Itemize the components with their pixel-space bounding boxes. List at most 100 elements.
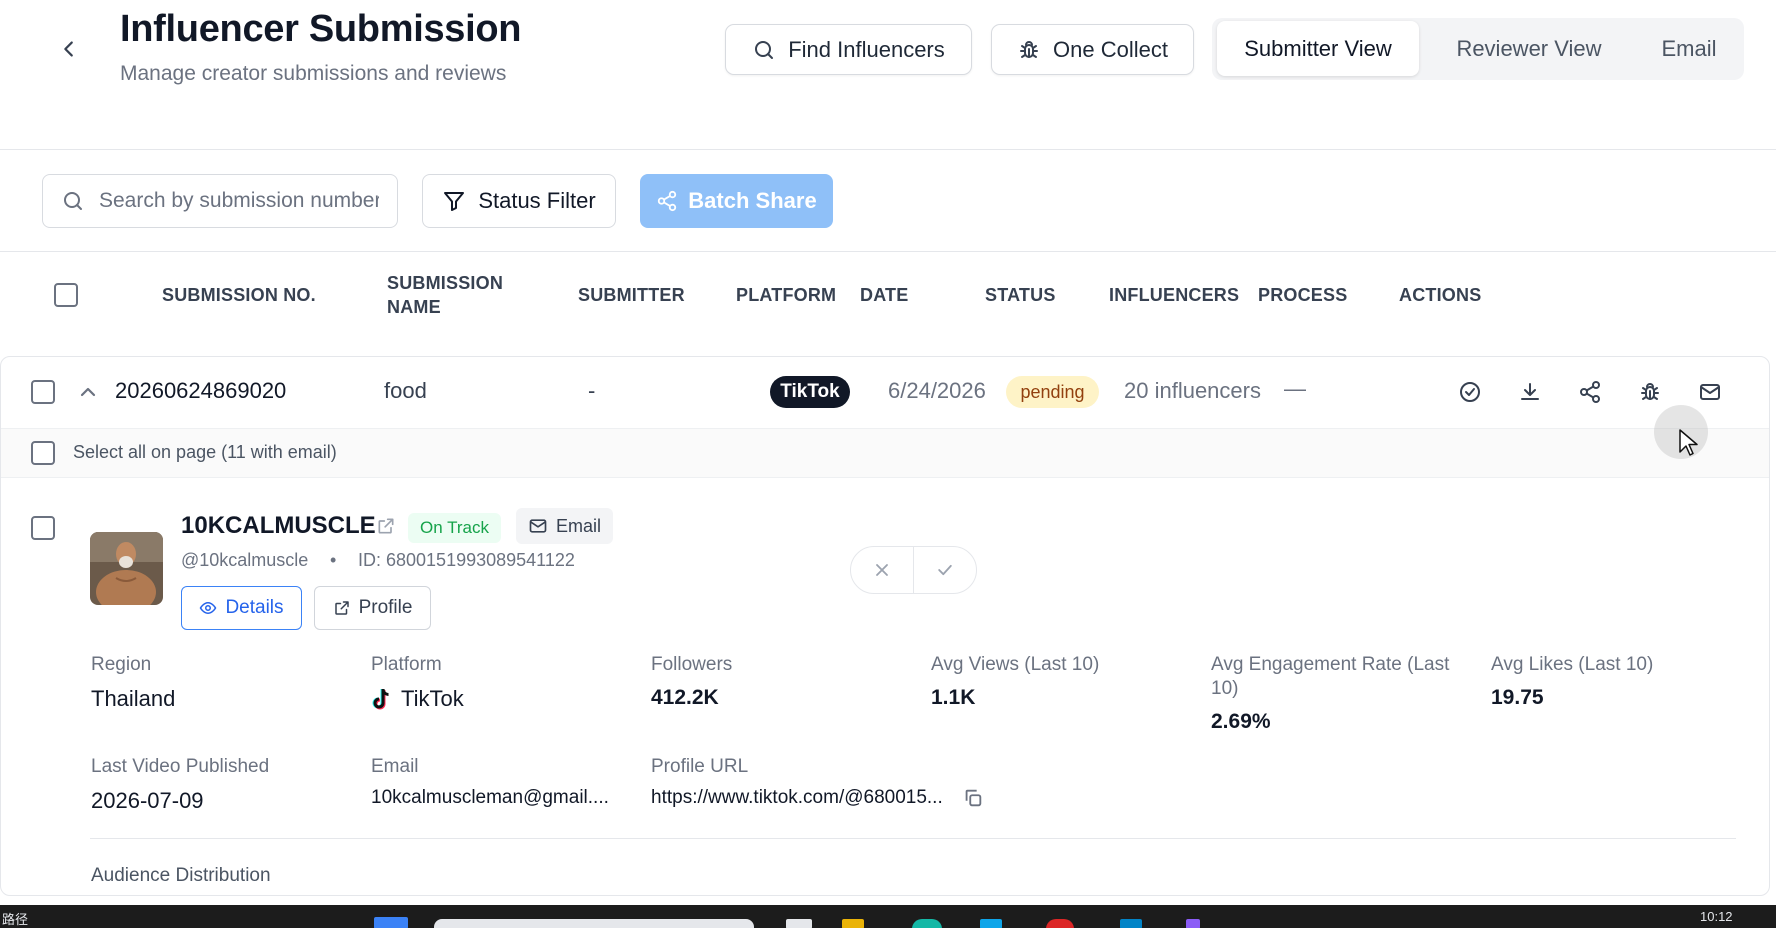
vscode-icon[interactable] bbox=[1120, 919, 1142, 928]
share-action[interactable] bbox=[1576, 378, 1604, 406]
copy-url-button[interactable] bbox=[962, 787, 986, 811]
pointer-icon bbox=[1679, 429, 1698, 456]
avg-likes-value: 19.75 bbox=[1491, 686, 1544, 709]
influencer-name[interactable]: 10KCALMUSCLE bbox=[181, 512, 376, 540]
audience-distribution-label: Audience Distribution bbox=[91, 865, 271, 886]
avg-views-label: Avg Views (Last 10) bbox=[931, 654, 1100, 675]
avg-engagement-value: 2.69% bbox=[1211, 710, 1271, 733]
status-badge-on-track: On Track bbox=[408, 513, 501, 543]
email-chip-label: Email bbox=[556, 515, 602, 536]
find-influencers-button[interactable]: Find Influencers bbox=[725, 24, 972, 75]
collect-action[interactable] bbox=[1636, 378, 1664, 406]
tab-reviewer-view[interactable]: Reviewer View bbox=[1429, 21, 1629, 76]
platform-value: TikTok bbox=[401, 686, 464, 711]
avg-likes-label: Avg Likes (Last 10) bbox=[1491, 654, 1654, 675]
submission-name: food bbox=[384, 378, 427, 403]
bug-icon bbox=[1020, 40, 1039, 58]
platform-badge: TikTok bbox=[770, 376, 850, 408]
status-filter-label: Status Filter bbox=[478, 188, 596, 213]
file-explorer-icon[interactable] bbox=[842, 919, 864, 928]
col-submission-no[interactable]: SUBMISSION NO. bbox=[162, 283, 316, 307]
platform-value-group: TikTok bbox=[371, 686, 464, 712]
accept-button[interactable] bbox=[914, 547, 977, 593]
influencer-checkbox[interactable] bbox=[31, 516, 55, 540]
download-action[interactable] bbox=[1516, 378, 1544, 406]
page-title: Influencer Submission bbox=[120, 8, 522, 50]
email-action[interactable] bbox=[1696, 378, 1724, 406]
mail-icon bbox=[529, 519, 547, 533]
share-icon bbox=[658, 190, 677, 212]
browser-icon[interactable] bbox=[912, 919, 942, 928]
search-field[interactable] bbox=[42, 174, 398, 228]
tab-email[interactable]: Email bbox=[1638, 21, 1740, 76]
influencer-id: ID: 6800151993089541122 bbox=[358, 550, 575, 570]
check-circle-icon bbox=[1460, 382, 1480, 402]
row-checkbox[interactable] bbox=[31, 380, 55, 404]
search-icon bbox=[755, 40, 774, 59]
download-icon bbox=[1521, 383, 1539, 400]
col-status[interactable]: STATUS bbox=[985, 283, 1056, 307]
one-collect-button[interactable]: One Collect bbox=[991, 24, 1194, 75]
review-decision-group bbox=[850, 546, 977, 594]
col-date[interactable]: DATE bbox=[860, 283, 908, 307]
select-all-checkbox[interactable] bbox=[54, 283, 78, 307]
taskbar-left-text: 路径 bbox=[2, 912, 29, 927]
col-process[interactable]: PROCESS bbox=[1258, 283, 1347, 307]
platform-label: Platform bbox=[371, 654, 442, 675]
windows-start-icon[interactable] bbox=[374, 917, 408, 928]
batch-share-button[interactable]: Batch Share bbox=[640, 174, 833, 228]
region-value: Thailand bbox=[91, 686, 176, 711]
email-value: 10kcalmuscleman@gmail.... bbox=[371, 787, 609, 808]
filter-icon bbox=[444, 192, 465, 211]
avg-views-value: 1.1K bbox=[931, 686, 976, 709]
profile-button[interactable]: Profile bbox=[314, 586, 431, 630]
last-video-label: Last Video Published bbox=[91, 756, 270, 777]
col-influencers[interactable]: INFLUENCERS bbox=[1109, 283, 1239, 307]
one-collect-label: One Collect bbox=[1053, 36, 1168, 62]
select-all-page-checkbox[interactable] bbox=[31, 441, 55, 465]
followers-label: Followers bbox=[651, 654, 733, 675]
col-submission-name-1[interactable]: SUBMISSION bbox=[387, 271, 503, 295]
process-indicator: — bbox=[1284, 376, 1306, 401]
external-link-icon bbox=[378, 518, 394, 534]
col-submission-name-2[interactable]: NAME bbox=[387, 295, 441, 319]
email-label: Email bbox=[371, 756, 419, 777]
taskbar-app-icon[interactable] bbox=[786, 919, 812, 928]
collapse-row-button[interactable] bbox=[76, 380, 100, 404]
check-icon bbox=[938, 564, 952, 576]
bug-icon bbox=[1641, 383, 1659, 400]
section-divider bbox=[90, 838, 1736, 839]
back-button[interactable] bbox=[54, 34, 84, 64]
details-button[interactable]: Details bbox=[181, 586, 302, 630]
avg-engagement-label-2: 10) bbox=[1211, 678, 1239, 699]
page-subtitle: Manage creator submissions and reviews bbox=[120, 62, 507, 85]
external-link-icon bbox=[334, 601, 349, 615]
tab-submitter-view[interactable]: Submitter View bbox=[1217, 21, 1419, 76]
batch-share-label: Batch Share bbox=[688, 188, 817, 213]
profile-url-value[interactable]: https://www.tiktok.com/@680015... bbox=[651, 787, 943, 809]
approve-action[interactable] bbox=[1456, 378, 1484, 406]
submitter: - bbox=[588, 378, 596, 403]
status-filter-button[interactable]: Status Filter bbox=[422, 174, 616, 228]
os-taskbar: 路径 10:12 bbox=[0, 905, 1776, 928]
chevron-left-icon bbox=[64, 41, 73, 57]
search-input[interactable] bbox=[99, 189, 379, 213]
close-icon bbox=[875, 564, 888, 576]
taskbar-extra-icon[interactable] bbox=[1186, 919, 1200, 928]
col-submitter[interactable]: SUBMITTER bbox=[578, 283, 685, 307]
col-platform[interactable]: PLATFORM bbox=[736, 283, 836, 307]
select-all-page-label: Select all on page (11 with email) bbox=[73, 442, 337, 462]
reject-button[interactable] bbox=[851, 547, 914, 593]
meta-separator: • bbox=[330, 550, 337, 570]
influencer-count: 20 influencers bbox=[1124, 378, 1261, 403]
store-icon[interactable] bbox=[980, 919, 1002, 928]
chrome-icon[interactable] bbox=[1046, 919, 1074, 928]
mail-icon bbox=[1700, 384, 1720, 400]
region-label: Region bbox=[91, 654, 152, 675]
open-external-link[interactable] bbox=[376, 516, 398, 538]
submission-date: 6/24/2026 bbox=[888, 378, 986, 403]
taskbar-search-bar[interactable] bbox=[434, 919, 754, 928]
toolbar-divider bbox=[0, 251, 1776, 252]
share-icon bbox=[1580, 381, 1600, 403]
email-chip[interactable]: Email bbox=[516, 508, 614, 544]
